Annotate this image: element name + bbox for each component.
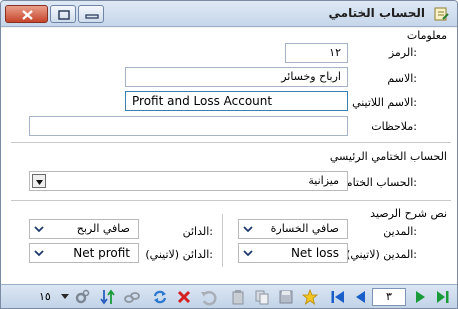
vertical-divider [222, 214, 223, 267]
credit-combo[interactable]: صافي الربح [29, 219, 139, 239]
closing-account-combo[interactable]: ميزانية [29, 171, 348, 191]
undo-icon [201, 290, 217, 306]
settings-icon [75, 289, 90, 304]
copy-icon [255, 290, 269, 305]
page-size-dropdown-icon[interactable] [61, 294, 69, 300]
save-button[interactable] [277, 288, 295, 306]
debit-latin-label: المدين (لاتيني): [346, 248, 417, 261]
debit-combo[interactable]: صافي الخسارة [238, 219, 348, 239]
balance-group-title: نص شرح الرصيد [370, 207, 447, 220]
closing-account-label: الحساب الختامي: [337, 176, 417, 189]
minimize-button[interactable] [78, 5, 104, 23]
close-icon [22, 10, 33, 20]
form-body: معلومات الرمز: ١٢ الاسم: ارباح وخسائر ال… [1, 28, 457, 284]
window-title: الحساب الختامي [328, 6, 425, 20]
refresh-button[interactable] [151, 288, 169, 306]
main-group-title: الحساب الختامي الرئيسي [329, 150, 447, 163]
undo-button[interactable] [199, 288, 217, 306]
favorite-button[interactable] [301, 288, 319, 306]
last-record-button[interactable] [433, 288, 451, 306]
star-icon [301, 288, 319, 305]
sort-button[interactable] [99, 288, 117, 306]
first-record-button[interactable] [329, 288, 347, 306]
delete-button[interactable] [175, 288, 193, 306]
previous-record-button[interactable] [351, 288, 369, 306]
debit-latin-value: Net loss [290, 246, 339, 260]
notes-field[interactable] [29, 116, 348, 136]
last-record-icon [437, 291, 449, 303]
credit-value: صافي الربح [76, 222, 130, 235]
debit-value: صافي الخسارة [270, 222, 339, 235]
first-record-icon [331, 291, 344, 303]
sort-icon [100, 289, 115, 305]
delete-icon [177, 290, 191, 304]
save-icon [279, 290, 293, 304]
divider [11, 142, 451, 143]
maximize-button[interactable] [50, 5, 76, 23]
latin-name-field[interactable]: Profit and Loss Account [125, 91, 348, 111]
dropdown-arrow-icon[interactable] [32, 174, 46, 188]
settings-button[interactable] [73, 288, 91, 306]
link-icon [124, 292, 140, 303]
form-icon [434, 7, 449, 21]
info-group-title: معلومات [406, 29, 447, 42]
chevron-down-icon[interactable] [33, 248, 45, 258]
paste-button[interactable] [229, 288, 247, 306]
closing-account-value: ميزانية [308, 174, 339, 187]
chevron-down-icon[interactable] [242, 248, 254, 258]
next-record-button[interactable] [411, 288, 429, 306]
credit-latin-value: Net profit [73, 246, 130, 260]
name-field[interactable]: ارباح وخسائر [125, 67, 348, 87]
link-button[interactable] [123, 288, 141, 306]
credit-latin-label: الدائن (لاتيني): [145, 248, 213, 261]
name-label: الاسم: [387, 72, 417, 85]
maximize-icon [58, 10, 70, 20]
notes-label: ملاحظات: [371, 120, 417, 133]
debit-label: المدين: [383, 225, 417, 238]
credit-label: الدائن: [182, 225, 213, 238]
page-size-value[interactable]: ١٥ [39, 290, 51, 303]
navigation-toolbar: ٣ ١٥ [1, 284, 457, 308]
code-field[interactable]: ١٢ [285, 43, 348, 63]
divider [11, 200, 451, 201]
refresh-icon [153, 290, 167, 304]
previous-record-icon [356, 291, 365, 303]
close-button[interactable] [5, 5, 48, 23]
paste-icon [232, 290, 244, 305]
minimize-icon [85, 14, 99, 19]
debit-latin-combo[interactable]: Net loss [238, 243, 348, 263]
credit-latin-combo[interactable]: Net profit [29, 243, 139, 263]
page-number-field[interactable]: ٣ [372, 288, 406, 306]
copy-button[interactable] [253, 288, 271, 306]
next-record-icon [416, 291, 425, 303]
latin-name-label: الاسم اللاتيني: [352, 96, 417, 109]
title-bar[interactable]: الحساب الختامي [1, 1, 457, 27]
chevron-down-icon[interactable] [33, 224, 45, 234]
chevron-down-icon[interactable] [242, 224, 254, 234]
dialog-window: الحساب الختامي معلومات الرمز: ١٢ الاسم: … [0, 0, 458, 309]
code-label: الرمز: [388, 46, 417, 59]
